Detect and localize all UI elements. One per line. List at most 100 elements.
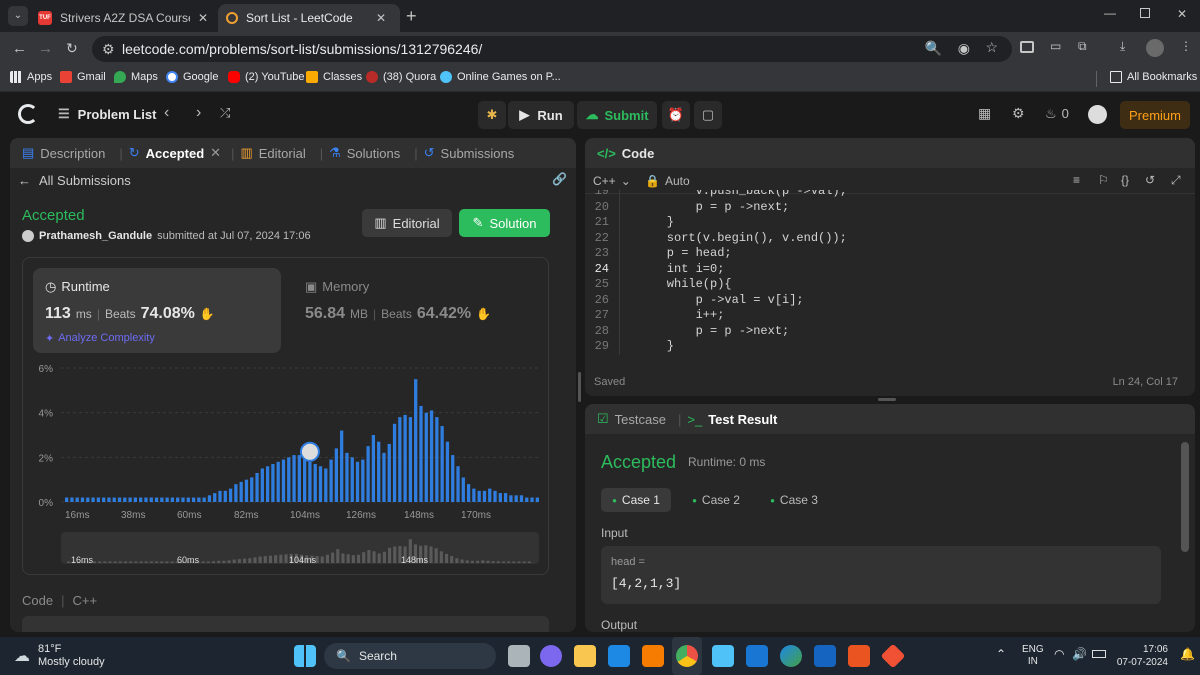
tab-test-result[interactable]: Test Result: [708, 412, 777, 427]
tab-solutions[interactable]: Solutions: [347, 146, 400, 161]
close-icon[interactable]: ✕: [376, 11, 386, 25]
horizontal-resize-handle[interactable]: [878, 398, 896, 401]
all-submissions-link[interactable]: ← All Submissions: [18, 173, 131, 188]
reset-icon[interactable]: ↺: [1145, 173, 1155, 187]
leetcode-logo-icon[interactable]: [18, 104, 38, 124]
profile-avatar[interactable]: [1146, 39, 1164, 57]
zoom-icon[interactable]: 🔍: [925, 40, 942, 57]
streak-counter[interactable]: ♨ 0: [1045, 106, 1069, 122]
menu-icon[interactable]: ⋮: [1180, 39, 1192, 53]
notepad-icon[interactable]: [712, 645, 734, 667]
weather-widget[interactable]: ☁ 81°F Mostly cloudy: [14, 643, 105, 669]
bookmark-gmail[interactable]: Gmail: [60, 71, 106, 83]
region-code: IN: [1027, 656, 1038, 667]
close-tab-icon[interactable]: ✕: [210, 145, 221, 161]
timer-button[interactable]: ⏰: [662, 101, 690, 129]
sublime-icon[interactable]: [642, 645, 664, 667]
mail-icon[interactable]: [608, 645, 630, 667]
chat-icon[interactable]: [540, 645, 562, 667]
code-area[interactable]: 19 v.push_back(p ->val); 20 p = p ->next;…: [585, 190, 1195, 360]
tab-sidebar-icon[interactable]: [1020, 41, 1034, 53]
site-info-icon[interactable]: ⚙: [102, 41, 115, 58]
minimize-icon[interactable]: —: [1104, 6, 1116, 20]
taskbar-search[interactable]: 🔍 Search: [324, 643, 496, 669]
debug-button[interactable]: ✱: [478, 101, 506, 129]
bookmark-youtube[interactable]: (2) YouTube: [228, 71, 305, 83]
browser-tab-strivers[interactable]: TUF Strivers A2Z DSA Course/Sheet ✕: [30, 4, 216, 32]
new-tab-button[interactable]: +: [406, 6, 417, 27]
solution-button[interactable]: ✎ Solution: [459, 209, 550, 237]
screenshot-icon[interactable]: ▭: [1050, 39, 1061, 53]
braces-icon[interactable]: {}: [1121, 173, 1129, 187]
vscode-icon[interactable]: [746, 645, 768, 667]
all-bookmarks[interactable]: All Bookmarks: [1110, 71, 1197, 83]
prev-problem-icon[interactable]: ‹: [164, 104, 169, 122]
next-problem-icon[interactable]: ›: [196, 104, 201, 122]
analyze-complexity-link[interactable]: ✦ Analyze Complexity: [45, 332, 155, 345]
bookmark-star-icon[interactable]: ☆: [985, 39, 998, 56]
tab-testcase[interactable]: Testcase: [615, 412, 666, 427]
runtime-distribution-chart[interactable]: 6% 4% 2% 0% 16ms 38ms 60ms 82ms 104ms 126ms 148ms 1…: [23, 358, 548, 572]
ubuntu-icon[interactable]: [848, 645, 870, 667]
scrollbar-thumb[interactable]: [1181, 442, 1189, 552]
battery-icon[interactable]: [1092, 650, 1106, 658]
bookmark-apps[interactable]: Apps: [10, 71, 52, 83]
bookmark-classes[interactable]: Classes: [306, 71, 362, 83]
task-view-icon[interactable]: [508, 645, 530, 667]
download-icon[interactable]: ⤓: [1120, 39, 1125, 54]
restore-icon[interactable]: [1140, 8, 1150, 18]
volume-icon[interactable]: 🔊: [1072, 647, 1087, 661]
bookmark-google[interactable]: Google: [166, 71, 218, 83]
chevron-up-icon[interactable]: ⌃: [996, 647, 1006, 661]
bookmark-maps[interactable]: Maps: [114, 71, 158, 83]
language-indicator[interactable]: ENG IN: [1022, 644, 1044, 668]
forward-icon[interactable]: →: [38, 40, 53, 57]
url-field[interactable]: ⚙ leetcode.com/problems/sort-list/submis…: [92, 36, 1012, 62]
wifi-icon[interactable]: ◠: [1054, 647, 1064, 661]
expand-icon[interactable]: ⤢: [1171, 173, 1181, 188]
format-icon[interactable]: ≡: [1073, 173, 1080, 187]
user-avatar[interactable]: [1088, 105, 1107, 124]
clock[interactable]: 17:06 07-07-2024: [1116, 643, 1168, 669]
shuffle-icon[interactable]: ⤮: [220, 105, 230, 121]
bookmark-games[interactable]: Online Games on P...: [440, 71, 561, 83]
case-2-tab[interactable]: ● Case 2: [681, 488, 751, 512]
git-icon[interactable]: [880, 643, 906, 669]
settings-gear-icon[interactable]: ⚙: [1012, 105, 1025, 122]
powershell-icon[interactable]: [814, 645, 836, 667]
run-button[interactable]: ▶ Run: [508, 101, 574, 129]
submit-button[interactable]: ☁ Submit: [577, 101, 657, 129]
case-1-tab[interactable]: ● Case 1: [601, 488, 671, 512]
file-explorer-icon[interactable]: [574, 645, 596, 667]
tab-description[interactable]: Description: [40, 146, 105, 161]
tab-accepted[interactable]: Accepted: [146, 146, 205, 161]
tab-search-button[interactable]: ⌄: [8, 6, 28, 26]
notes-button[interactable]: ▢: [694, 101, 722, 129]
browser-tab-leetcode[interactable]: Sort List - LeetCode ✕: [218, 4, 400, 32]
eye-off-icon[interactable]: ◉: [958, 40, 970, 57]
tab-editorial[interactable]: Editorial: [259, 146, 306, 161]
language-select[interactable]: C++ ⌄: [593, 174, 631, 188]
bookmark-quora[interactable]: (38) Quora: [366, 71, 436, 83]
layout-grid-icon[interactable]: ▦: [978, 105, 991, 122]
edge-icon[interactable]: [780, 645, 802, 667]
close-window-icon[interactable]: ✕: [1177, 7, 1187, 21]
auto-mode[interactable]: 🔒 Auto: [645, 174, 690, 188]
back-icon[interactable]: ←: [12, 40, 27, 57]
premium-button[interactable]: Premium: [1120, 101, 1190, 129]
problem-list-button[interactable]: ☰ Problem List: [58, 106, 156, 122]
username[interactable]: Prathamesh_Gandule: [39, 230, 152, 242]
reload-icon[interactable]: ↻: [66, 40, 78, 57]
notification-bell-icon[interactable]: 🔔: [1180, 647, 1195, 661]
memory-box[interactable]: ▣ Memory 56.84 MB | Beats 64.42% ✋: [293, 268, 541, 353]
link-icon[interactable]: 🔗: [552, 172, 567, 186]
runtime-box[interactable]: ◷ Runtime 113 ms | Beats 74.08% ✋ ✦ Analyz…: [33, 268, 281, 353]
windows-start-icon[interactable]: [294, 645, 316, 667]
case-3-tab[interactable]: ● Case 3: [759, 488, 829, 512]
panel-resize-handle[interactable]: [578, 372, 581, 402]
close-icon[interactable]: ✕: [198, 11, 208, 25]
extensions-icon[interactable]: ⧉: [1078, 39, 1087, 54]
editorial-button[interactable]: ▥ Editorial: [362, 209, 452, 237]
bookmark-icon[interactable]: ⚐: [1098, 173, 1109, 187]
tab-submissions[interactable]: Submissions: [441, 146, 515, 161]
